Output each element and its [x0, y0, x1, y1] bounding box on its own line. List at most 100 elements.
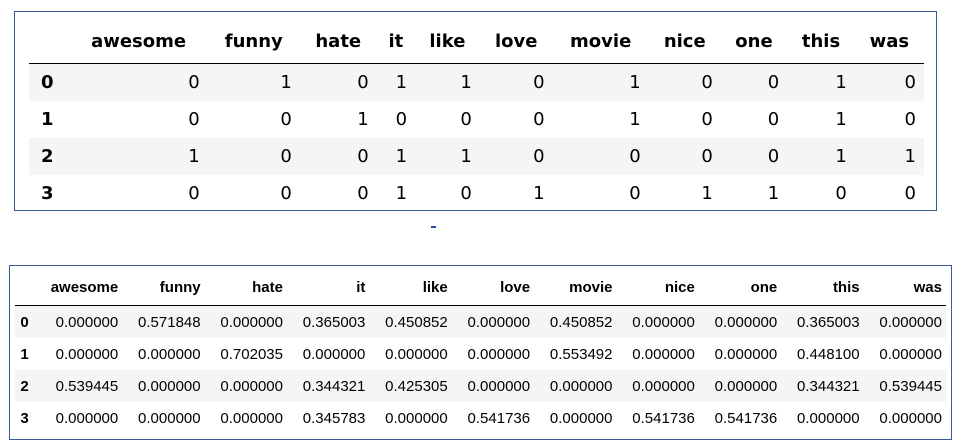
table-cell: 0 [533, 109, 545, 130]
table-cell: 0 [904, 183, 916, 204]
column-header: one [735, 30, 773, 52]
table-cell: 0.000000 [797, 409, 860, 427]
table-cell: 0.000000 [138, 409, 201, 427]
table-cell: 1 [395, 183, 408, 204]
table-cell: 0 [767, 146, 780, 167]
table-cell: 0.571848 [138, 313, 201, 331]
column-header: awesome [50, 278, 119, 296]
column-header: was [869, 30, 910, 52]
table-cell: 1 [188, 146, 200, 167]
table-cell: 0.000000 [879, 345, 942, 363]
index-header [29, 19, 69, 64]
table-cell: 0.539445 [879, 377, 942, 395]
table-row: 2 1 0 0 1 1 0 0 0 0 1 1 [29, 138, 924, 175]
column-header: awesome [91, 30, 187, 52]
table-cell: 0.000000 [549, 409, 613, 427]
table-cell: 1 [767, 183, 780, 204]
column-header: was [913, 278, 942, 296]
count-dataframe-table: awesome funny hate it like love movie ni… [29, 19, 924, 212]
table-cell: 0 [280, 146, 292, 167]
table-cell: 0.000000 [385, 409, 448, 427]
table-cell: 1 [904, 146, 916, 167]
table-cell: 0.702035 [220, 345, 283, 363]
table-cell: 0.365003 [797, 313, 860, 331]
table-cell: 0 [904, 72, 916, 93]
column-header: nice [664, 278, 695, 296]
table-row: 3 0 0 0 1 0 1 0 1 1 0 0 [29, 175, 924, 212]
column-header: love [494, 30, 538, 52]
table-row: 0 0 1 0 1 1 0 1 0 0 1 0 [29, 63, 924, 101]
table-cell: 0 [701, 146, 713, 167]
table-header-row: awesome funny hate it like love movie ni… [29, 19, 924, 64]
column-header: love [500, 278, 531, 296]
table-cell: 0.450852 [549, 313, 613, 331]
table-cell: 0 [701, 72, 713, 93]
table-cell: 0 [533, 72, 545, 93]
table-cell: 1 [835, 109, 847, 130]
table-cell: 0.000000 [467, 313, 531, 331]
table-cell: 1 [835, 72, 847, 93]
table-cell: 0 [767, 72, 780, 93]
tfidf-dataframe-table: awesome funny hate it like love movie ni… [15, 269, 946, 434]
table-cell: 0 [188, 183, 200, 204]
column-header: movie [570, 30, 632, 52]
row-index: 1 [41, 109, 54, 130]
row-index: 0 [20, 313, 29, 331]
table-cell: 0.000000 [549, 377, 613, 395]
column-header: funny [159, 278, 201, 296]
table-cell: 0.000000 [879, 313, 942, 331]
column-header: nice [663, 30, 706, 52]
row-index: 0 [41, 72, 54, 93]
table-cell: 1 [357, 109, 369, 130]
column-header: like [422, 278, 448, 296]
table-cell: 0.000000 [302, 345, 366, 363]
table-cell: 0.000000 [220, 377, 283, 395]
table-cell: 0.000000 [714, 345, 778, 363]
table-cell: 0.000000 [55, 409, 119, 427]
count-dataframe-panel: awesome funny hate it like love movie ni… [14, 11, 937, 211]
table-cell: 1 [460, 72, 472, 93]
table-cell: 1 [629, 109, 641, 130]
column-header: funny [224, 30, 283, 52]
table-header-row: awesome funny hate it like love movie ni… [15, 269, 946, 306]
table-cell: 0.000000 [138, 345, 201, 363]
table-cell: 0.541736 [467, 409, 531, 427]
column-header: hate [252, 278, 283, 296]
table-cell: 0.000000 [385, 345, 448, 363]
table-cell: 0 [835, 183, 847, 204]
table-cell: 1 [280, 72, 292, 93]
row-index: 2 [41, 146, 54, 167]
table-cell: 0.000000 [632, 313, 695, 331]
table-cell: 0.553492 [549, 345, 613, 363]
table-cell: 0 [188, 72, 200, 93]
table-cell: 0.541736 [632, 409, 695, 427]
column-header: this [832, 278, 860, 296]
table-cell: 0.000000 [467, 377, 531, 395]
table-cell: 1 [460, 146, 472, 167]
table-cell: 0.448100 [797, 345, 860, 363]
table-cell: 1 [701, 183, 713, 204]
table-row: 3 0.000000 0.000000 0.000000 0.345783 0.… [15, 402, 946, 434]
row-index: 3 [20, 409, 29, 427]
row-index: 3 [41, 183, 54, 204]
column-header: one [750, 278, 778, 296]
table-row: 2 0.539445 0.000000 0.000000 0.344321 0.… [15, 370, 946, 402]
table-cell: 0.345783 [302, 409, 366, 427]
table-cell: 0.450852 [385, 313, 448, 331]
table-cell: 0.344321 [797, 377, 860, 395]
divider-mark [431, 226, 436, 228]
column-header: hate [315, 30, 362, 52]
table-cell: 0 [460, 183, 472, 204]
table-cell: 0 [357, 72, 369, 93]
row-index: 1 [20, 345, 29, 363]
table-cell: 1 [395, 72, 408, 93]
table-cell: 1 [629, 72, 641, 93]
table-cell: 0 [629, 146, 641, 167]
table-cell: 0 [357, 183, 369, 204]
table-cell: 0 [533, 146, 545, 167]
table-cell: 0.000000 [220, 313, 283, 331]
table-cell: 0 [188, 109, 200, 130]
column-header: it [356, 278, 366, 296]
table-cell: 0.365003 [302, 313, 366, 331]
table-cell: 0 [395, 109, 408, 130]
